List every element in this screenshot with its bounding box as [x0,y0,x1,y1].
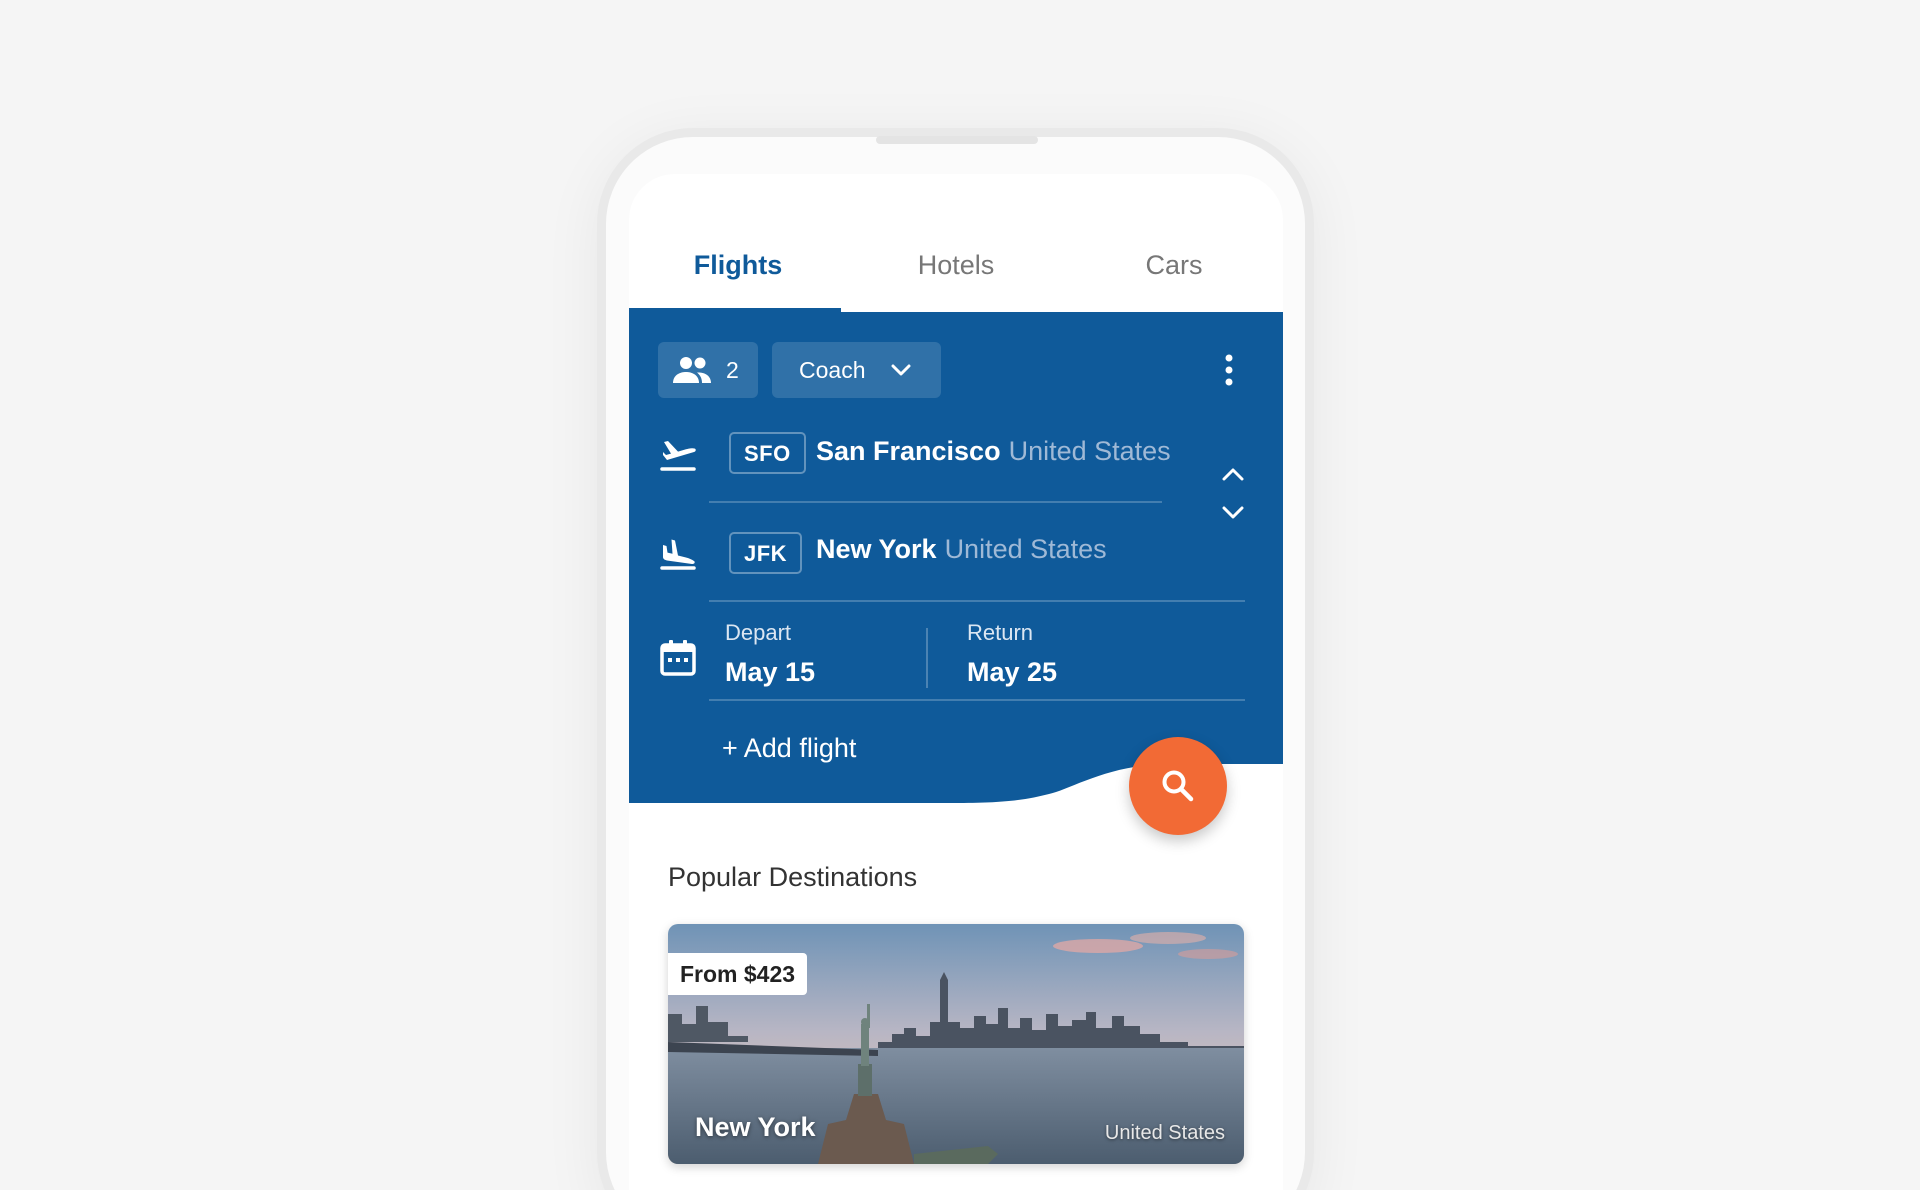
search-button[interactable] [1129,737,1227,835]
depart-label: Depart [725,620,792,645]
destination-field[interactable]: New York United States [816,534,1107,565]
date-separator [926,628,928,688]
cabin-class-label: Coach [799,356,866,383]
tab-hotels[interactable]: Hotels [847,250,1065,281]
add-flight-link[interactable]: + Add flight [722,733,856,764]
dates-divider [709,699,1245,701]
chevron-down-icon[interactable] [1220,504,1246,522]
origin-country: United States [1008,436,1171,466]
destination-city: New York [816,534,937,564]
chevron-up-icon[interactable] [1220,465,1246,483]
travelers-button[interactable]: 2 [658,342,758,398]
cabin-class-dropdown[interactable]: Coach [772,342,941,398]
route-divider [709,501,1162,503]
flight-takeoff-icon [660,441,696,471]
price-badge: From $423 [668,953,808,995]
app-screen: Flights Hotels Cars 2 Coach SFO San Fran… [629,174,1283,1190]
popular-destinations-title: Popular Destinations [668,862,918,892]
people-icon [673,357,711,383]
destination-card-city: New York [695,1112,816,1142]
origin-city: San Francisco [816,436,1001,466]
depart-date: May 15 [725,657,816,687]
tab-cars[interactable]: Cars [1065,250,1283,281]
destination-country: United States [944,534,1107,564]
origin-code[interactable]: SFO [729,432,806,474]
route-divider [709,600,1245,602]
flight-search-panel: 2 Coach SFO San FranciscoUnited States [629,312,1283,807]
more-vert-icon[interactable] [1217,352,1241,388]
destination-card[interactable]: From $423 New York United States [668,924,1244,1164]
app-stage: Flights Hotels Cars 2 Coach SFO San Fran… [0,0,1920,1190]
tab-flights[interactable]: Flights [629,250,847,281]
return-label: Return [967,620,1034,645]
chevron-down-icon [891,363,911,377]
return-date: May 25 [967,657,1058,687]
tab-bar: Flights Hotels Cars [629,174,1283,312]
search-icon [1162,770,1194,802]
phone-speaker [876,136,1038,144]
calendar-icon [660,640,696,676]
origin-field[interactable]: San Francisco United States [816,436,1171,467]
flight-land-icon [660,539,696,570]
destination-card-country: United States [1104,1122,1225,1144]
travelers-count: 2 [726,356,739,383]
destination-code[interactable]: JFK [729,532,803,574]
